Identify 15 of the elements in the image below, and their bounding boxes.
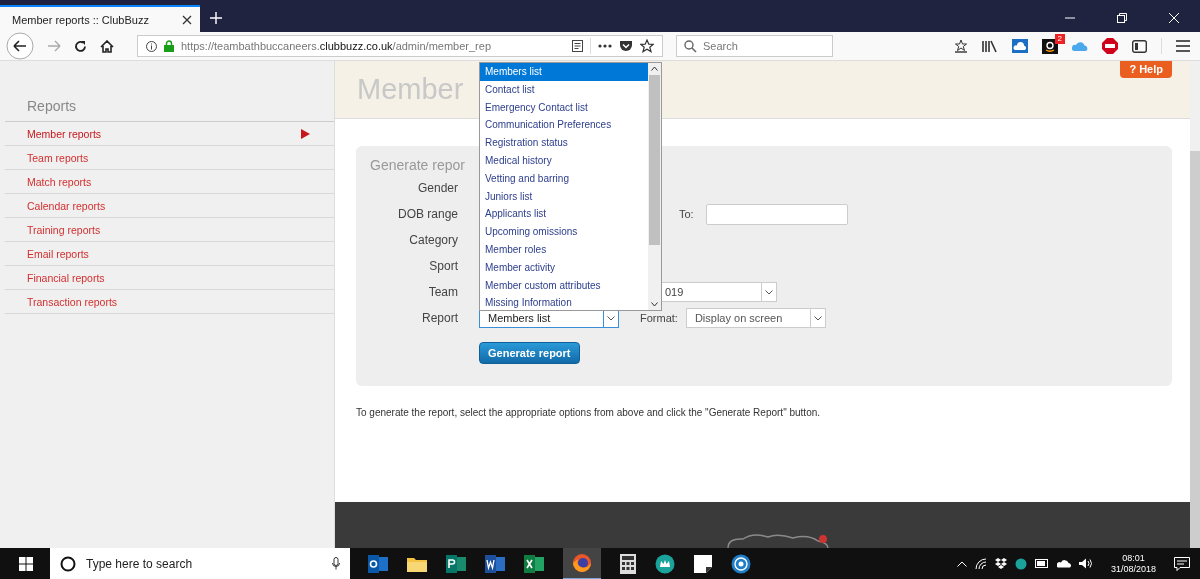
field-label: Category [408, 232, 458, 249]
field-label: Sport [428, 258, 458, 275]
field-label: Team [427, 284, 458, 301]
clock-date: 31/08/2018 [1110, 563, 1156, 575]
field-label: DOB range [396, 206, 458, 223]
form-title: Generate repor [370, 157, 465, 173]
field-label: Gender [416, 180, 458, 197]
instructions-text: To generate the report, select the appropriate options from above and click the "Generate Report" button. [356, 407, 822, 418]
sidebar-heading: Reports [5, 61, 334, 122]
url-text: https://teambathbuccaneers.clubbuzz.co.uk/admin/member_rep [181, 40, 492, 52]
field-label: Format: [640, 312, 678, 324]
notification-badge: 2 [1054, 33, 1065, 44]
field-label: Report [420, 310, 458, 327]
clock-time: 08:01 [1122, 552, 1145, 564]
field-label: To: [679, 208, 694, 220]
